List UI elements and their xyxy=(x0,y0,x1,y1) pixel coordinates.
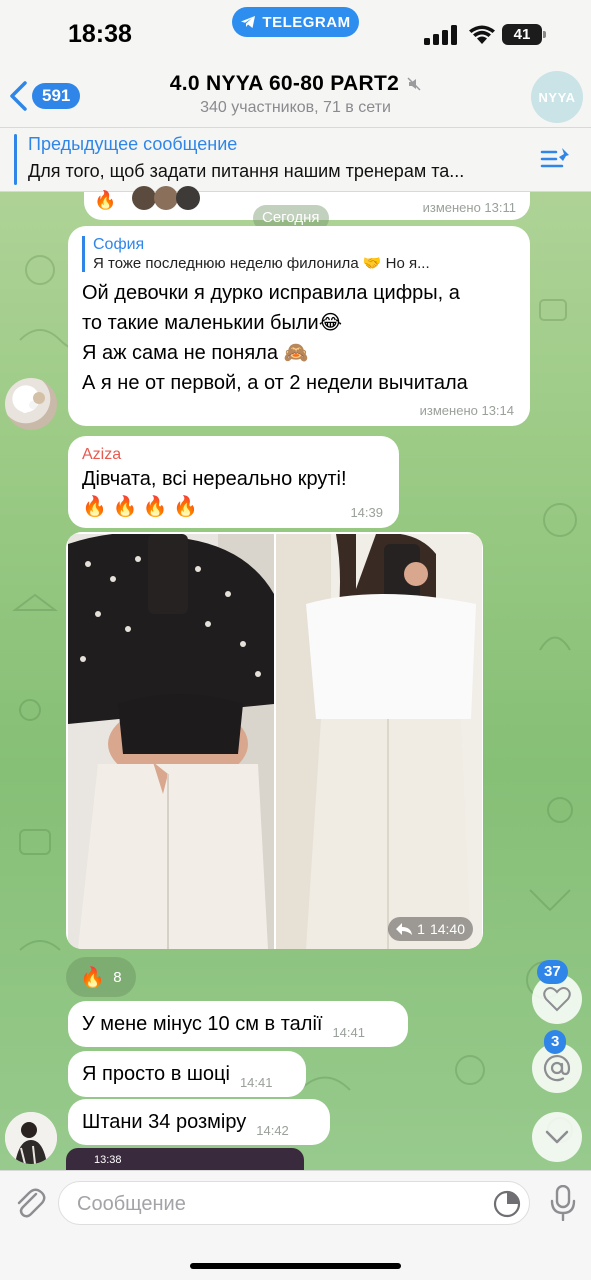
home-indicator xyxy=(190,1263,401,1269)
pinned-title: Предыдущее сообщение xyxy=(28,134,238,154)
message-time: 14:41 xyxy=(239,1074,273,1090)
message-bubble[interactable]: Я просто в шоці 14:41 xyxy=(68,1051,306,1097)
message-time: 14:39 xyxy=(350,505,383,520)
message-bubble[interactable]: У мене мінус 10 см в талії 14:41 xyxy=(68,1001,408,1047)
at-sign-icon xyxy=(543,1055,571,1082)
photo-message[interactable]: 1 14:40 xyxy=(66,532,483,949)
message-input-placeholder: Сообщение xyxy=(77,1193,186,1215)
reaction-count: 8 xyxy=(113,968,122,986)
status-icons: 41 xyxy=(424,23,546,47)
message-input[interactable]: Сообщение xyxy=(58,1181,530,1225)
pinned-indicator xyxy=(14,134,17,185)
reaction-chip[interactable]: 🔥 8 xyxy=(66,957,136,997)
photo-time: 14:40 xyxy=(429,921,465,937)
scroll-down-button[interactable] xyxy=(532,1112,582,1162)
sticker-icon[interactable] xyxy=(493,1190,521,1218)
pinned-message-bar[interactable]: Предыдущее сообщение Для того, щоб задат… xyxy=(0,128,591,192)
forward-count: 1 xyxy=(417,921,425,937)
message-text: У мене мінус 10 см в талії xyxy=(82,1013,323,1035)
message-composer: Сообщение xyxy=(0,1170,591,1280)
reply-text: Я тоже последнюю неделю филонила 🤝 Но я.… xyxy=(93,255,430,272)
status-time: 18:38 xyxy=(68,20,132,48)
sender-avatar[interactable] xyxy=(5,1112,57,1164)
svg-text:🔥: 🔥 xyxy=(94,189,116,210)
telegram-icon xyxy=(241,16,256,28)
message-bubble[interactable]: Aziza Дівчата, всі нереально круті! 🔥 🔥 … xyxy=(68,436,399,528)
after-photo[interactable] xyxy=(276,534,482,949)
telegram-pill-label: TELEGRAM xyxy=(262,13,351,31)
reply-quote[interactable]: София Я тоже последнюю неделю филонила 🤝… xyxy=(82,236,516,272)
message-line: Я аж сама не поняла 🙈 xyxy=(82,342,309,364)
message-time: 14:41 xyxy=(332,1024,365,1040)
battery-nub xyxy=(543,31,546,38)
chat-subtitle: 340 участников, 71 в сети xyxy=(200,99,391,116)
pinned-list-icon[interactable] xyxy=(540,146,572,174)
message-bubble[interactable]: София Я тоже последнюю неделю филонила 🤝… xyxy=(68,226,530,426)
heart-icon xyxy=(543,987,571,1012)
message-text: Я просто в шоці xyxy=(82,1063,230,1085)
message-line: то такие маленькии были😂 xyxy=(82,312,343,334)
flowers-avatar-image xyxy=(19,392,45,413)
group-avatar[interactable]: NYYA xyxy=(531,71,583,123)
chevron-down-icon xyxy=(545,1130,569,1144)
reaction-emoji: 🔥 xyxy=(80,966,106,989)
battery-indicator: 41 xyxy=(502,24,542,45)
preview-time: 13:38 xyxy=(94,1154,122,1166)
microphone-icon[interactable] xyxy=(550,1185,576,1221)
reply-sender: София xyxy=(93,236,145,253)
wifi-icon xyxy=(469,25,495,44)
pinned-text: Для того, щоб задати питання нашим трене… xyxy=(28,161,465,181)
message-text: Штани 34 розміру xyxy=(82,1111,247,1133)
message-time: изменено 13:11 xyxy=(422,200,516,215)
before-photo[interactable] xyxy=(68,534,274,949)
fire-emojis: 🔥 🔥 🔥 🔥 xyxy=(82,496,199,518)
message-line: А я не от первой, а от 2 недели вычитала xyxy=(82,372,468,394)
message-time: изменено 13:14 xyxy=(419,403,514,418)
next-image-preview[interactable]: 13:38 xyxy=(66,1148,304,1170)
message-text: Дівчата, всі нереально круті! xyxy=(82,468,347,490)
sender-name[interactable]: Aziza xyxy=(82,446,385,464)
reaction-avatars: 🔥 xyxy=(94,186,200,210)
sender-avatar[interactable] xyxy=(5,378,57,430)
message-time: 14:42 xyxy=(256,1122,289,1138)
chat-title[interactable]: 4.0 NYYA 60-80 PART2 xyxy=(0,72,591,96)
message-line: Ой девочки я дурко исправила цифры, а xyxy=(82,282,460,304)
chat-title-text: 4.0 NYYA 60-80 PART2 xyxy=(169,72,400,95)
attach-icon[interactable] xyxy=(14,1185,46,1219)
reactions-badge: 37 xyxy=(537,960,568,984)
photo-meta-pill: 1 14:40 xyxy=(388,917,473,941)
message-bubble[interactable]: Штани 34 розміру 14:42 xyxy=(68,1099,330,1145)
woman-avatar-image xyxy=(5,1112,57,1164)
chat-header: 18:38 TELEGRAM 41 591 4.0 NYYA 60-80 PAR… xyxy=(0,0,591,128)
forward-icon xyxy=(396,923,413,935)
cellular-signal-icon xyxy=(424,25,457,45)
mentions-badge: 3 xyxy=(544,1030,567,1054)
return-to-telegram-pill[interactable]: TELEGRAM xyxy=(232,7,359,37)
muted-icon xyxy=(407,77,421,91)
